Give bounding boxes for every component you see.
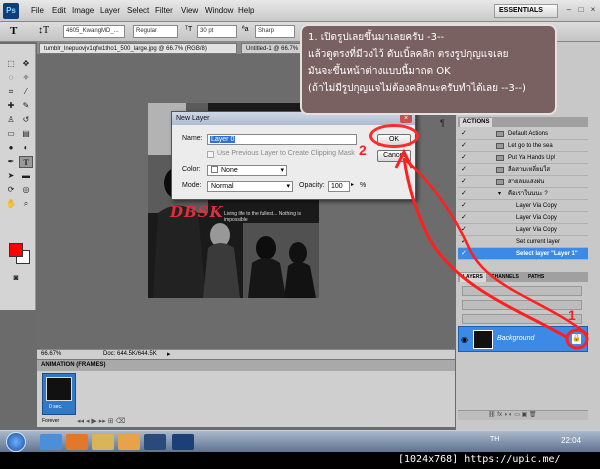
- taskbar-explorer-icon[interactable]: [92, 434, 114, 450]
- taskbar-app-icon[interactable]: [144, 434, 166, 450]
- taskbar-firefox-icon[interactable]: [66, 434, 88, 450]
- foreground-color-swatch-front[interactable]: [9, 243, 23, 257]
- image-host-bar: [1024x768] https://upic.me/: [0, 452, 600, 469]
- taskbar-ie-icon[interactable]: [40, 434, 62, 450]
- step-marker-2: 2: [359, 142, 367, 158]
- taskbar-clock[interactable]: 22:04: [561, 436, 581, 445]
- taskbar-photoshop-icon[interactable]: [172, 434, 194, 450]
- callout-line-1: 1. เปิดรูปเลยขึ้นมาเลยครับ -3--: [308, 32, 445, 43]
- resolution-caption: [1024x768] https://upic.me/: [398, 454, 561, 465]
- start-button[interactable]: [6, 432, 26, 452]
- language-indicator[interactable]: TH: [490, 436, 499, 443]
- windows-taskbar: TH 22:04: [0, 430, 600, 452]
- callout-line-3: มันจะขึ้นหน้าต่างแบบนี้มาถด OK: [308, 66, 451, 77]
- callout-line-4: (ถ้าไม่มีรูปกุญแจไม่ต้องคลิกนะครับทำได้เ…: [308, 83, 526, 94]
- tutorial-callout: 1. เปิดรูปเลยขึ้นมาเลยครับ -3-- แล้วดูตร…: [300, 24, 557, 115]
- step-marker-1: 1: [568, 307, 576, 323]
- taskbar-media-icon[interactable]: [118, 434, 140, 450]
- callout-line-2: แล้วดูตรงที่มีวงไว้ ดับเบิ้ลคลิก ตรงรูปก…: [308, 49, 509, 60]
